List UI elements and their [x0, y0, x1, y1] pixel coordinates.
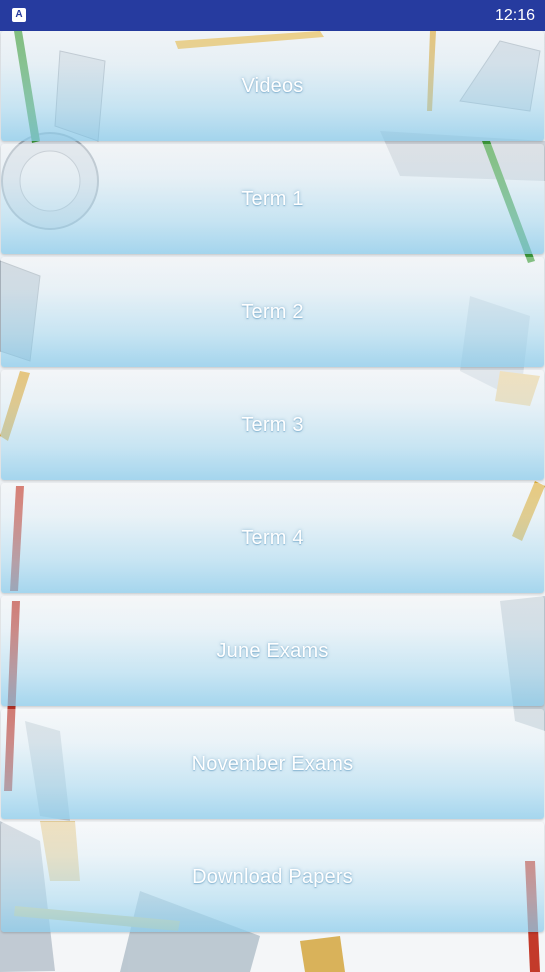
menu-label: Term 1 [241, 187, 304, 210]
status-time: 12:16 [494, 7, 535, 24]
app-notification-icon: A [12, 8, 26, 22]
term-4-button[interactable]: Term 4 [1, 483, 544, 593]
menu-label: November Exams [191, 752, 354, 775]
menu-label: Videos [241, 74, 304, 97]
videos-button[interactable]: Videos [1, 31, 544, 141]
term-2-button[interactable]: Term 2 [1, 257, 544, 367]
term-1-button[interactable]: Term 1 [1, 144, 544, 254]
menu-list: Videos Term 1 Term 2 Term 3 Term 4 June … [0, 31, 545, 935]
menu-label: Term 2 [241, 300, 304, 323]
download-papers-button[interactable]: Download Papers [1, 822, 544, 932]
status-bar: A 12:16 [0, 0, 545, 31]
menu-label: Download Papers [192, 865, 353, 888]
menu-label: June Exams [216, 639, 329, 662]
june-exams-button[interactable]: June Exams [1, 596, 544, 706]
menu-label: Term 3 [241, 413, 304, 436]
menu-label: Term 4 [241, 526, 304, 549]
term-3-button[interactable]: Term 3 [1, 370, 544, 480]
november-exams-button[interactable]: November Exams [1, 709, 544, 819]
